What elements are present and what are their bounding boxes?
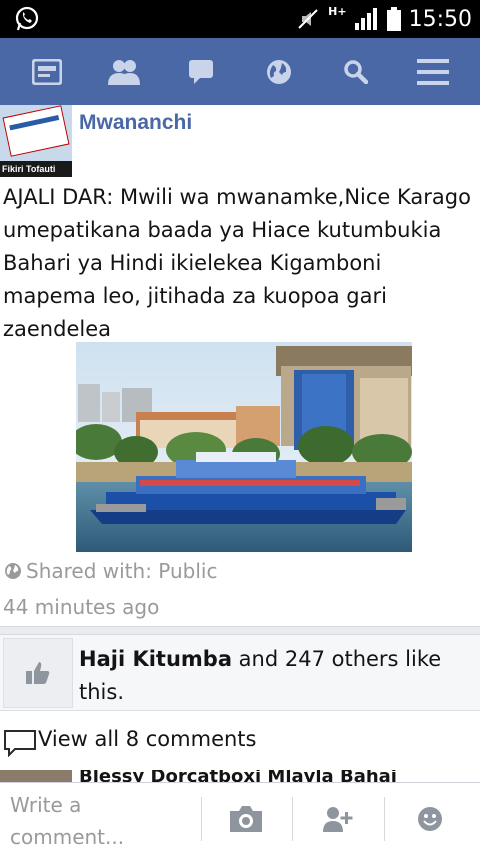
page-name-link[interactable]: Mwananchi	[79, 111, 192, 135]
shared-with-label: Shared with: Public	[26, 559, 218, 583]
signal-icon	[354, 8, 377, 30]
search-icon[interactable]	[336, 52, 376, 92]
whatsapp-icon	[15, 6, 39, 31]
top-nav-bar	[0, 38, 480, 105]
menu-icon[interactable]	[413, 52, 453, 92]
globe-icon	[5, 563, 21, 579]
commenter-avatar	[0, 770, 72, 782]
divider	[201, 797, 202, 841]
comment-composer: Write a comment...	[0, 782, 480, 854]
camera-icon	[230, 806, 262, 832]
comment-bubble-icon	[4, 730, 36, 757]
likes-row[interactable]: Haji Kitumba and 247 others like this.	[0, 635, 480, 710]
divider	[384, 797, 385, 841]
next-comment-peek: Blessy Dorcatboxi Mlavla Bahai	[0, 770, 480, 782]
muted-icon	[298, 9, 318, 29]
newspaper-logo	[2, 105, 70, 157]
commenter-name: Blessy Dorcatboxi Mlavla Bahai	[79, 770, 397, 782]
view-comments-row[interactable]: View all 8 comments	[0, 710, 480, 770]
page-avatar[interactable]: Fikiri Tofauti	[0, 105, 72, 177]
tag-friend-icon	[323, 807, 353, 832]
like-button[interactable]	[3, 638, 73, 708]
news-feed-icon[interactable]	[27, 52, 67, 92]
avatar-caption: Fikiri Tofauti	[0, 161, 72, 177]
post-timestamp[interactable]: 44 minutes ago	[3, 595, 159, 619]
tag-friend-button[interactable]	[298, 797, 378, 841]
clock: 15:50	[408, 6, 472, 32]
divider	[292, 797, 293, 841]
post-text: AJALI DAR: Mwili wa mwanamke,Nice Karago…	[3, 185, 471, 341]
comment-input[interactable]: Write a comment...	[10, 789, 190, 853]
emoji-icon	[418, 807, 442, 831]
battery-icon	[386, 7, 401, 31]
privacy-info: Shared with: Public	[4, 559, 217, 583]
camera-button[interactable]	[206, 797, 286, 841]
messages-icon[interactable]	[181, 52, 221, 92]
status-icons: H+ 15:50	[296, 0, 472, 38]
view-all-comments-link[interactable]: View all 8 comments	[38, 727, 256, 751]
friends-icon[interactable]	[104, 52, 144, 92]
liker-name[interactable]: Haji Kitumba	[79, 647, 232, 671]
notifications-globe-icon[interactable]	[259, 52, 299, 92]
status-bar: H+ 15:50	[0, 0, 480, 38]
ferry-photo[interactable]	[76, 342, 412, 552]
thumbs-up-icon	[26, 662, 50, 684]
divider	[0, 626, 480, 635]
likes-summary: Haji Kitumba and 247 others like this.	[79, 643, 477, 709]
emoji-button[interactable]	[390, 797, 470, 841]
network-type: H+	[328, 4, 347, 18]
